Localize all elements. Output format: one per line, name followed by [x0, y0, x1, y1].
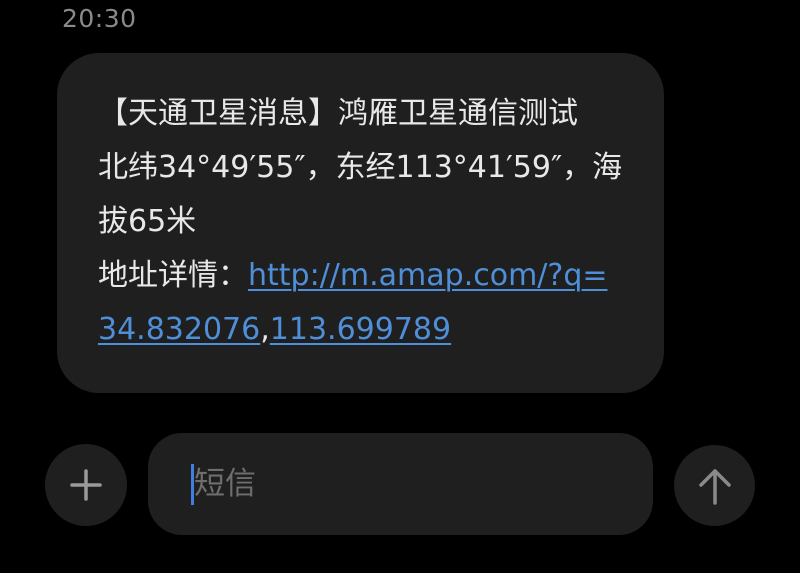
map-link-latitude[interactable]: 34.832076	[98, 312, 260, 347]
map-link-part-1[interactable]: http://m.amap.com/?q=	[248, 258, 608, 293]
map-link-longitude[interactable]: 113.699789	[270, 312, 451, 347]
message-address-row: 地址详情：http://m.amap.com/?q=	[98, 249, 644, 303]
add-attachment-button[interactable]	[45, 444, 127, 526]
link-separator: ,	[260, 312, 270, 347]
message-line-2: 北纬34°49′55″，东经113°41′59″，海	[98, 150, 623, 185]
arrow-up-icon	[698, 468, 731, 505]
compose-box[interactable]	[148, 433, 653, 535]
message-link-row: 34.832076,113.699789	[98, 303, 644, 357]
message-bubble[interactable]: 【天通卫星消息】鸿雁卫星通信测试 北纬34°49′55″，东经113°41′59…	[57, 53, 664, 393]
send-button[interactable]	[674, 445, 755, 526]
message-timestamp: 20:30	[62, 4, 137, 33]
sms-input[interactable]	[194, 433, 624, 535]
address-label: 地址详情：	[98, 258, 248, 293]
plus-icon	[70, 469, 102, 501]
message-line-3: 拔65米	[98, 204, 197, 239]
message-line-1: 【天通卫星消息】鸿雁卫星通信测试	[98, 96, 578, 131]
